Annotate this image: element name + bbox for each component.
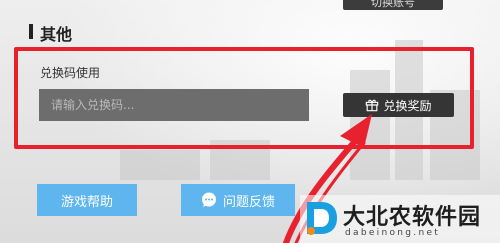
game-help-button[interactable]: 游戏帮助 xyxy=(37,184,137,216)
chat-bubble-icon xyxy=(201,192,217,208)
feedback-label: 问题反馈 xyxy=(222,194,275,210)
feedback-button[interactable]: 问题反馈 xyxy=(181,184,295,216)
highlight-annotation-box xyxy=(14,47,474,149)
section-marker xyxy=(29,24,33,39)
background-building xyxy=(120,150,200,180)
watermark-domain: dabeinong.net xyxy=(345,228,441,238)
watermark-logo xyxy=(303,198,341,238)
section-title: 其他 xyxy=(40,25,73,44)
switch-account-button[interactable]: 切换账号 xyxy=(343,0,443,10)
watermark-name: 大北农软件园 xyxy=(343,205,482,230)
